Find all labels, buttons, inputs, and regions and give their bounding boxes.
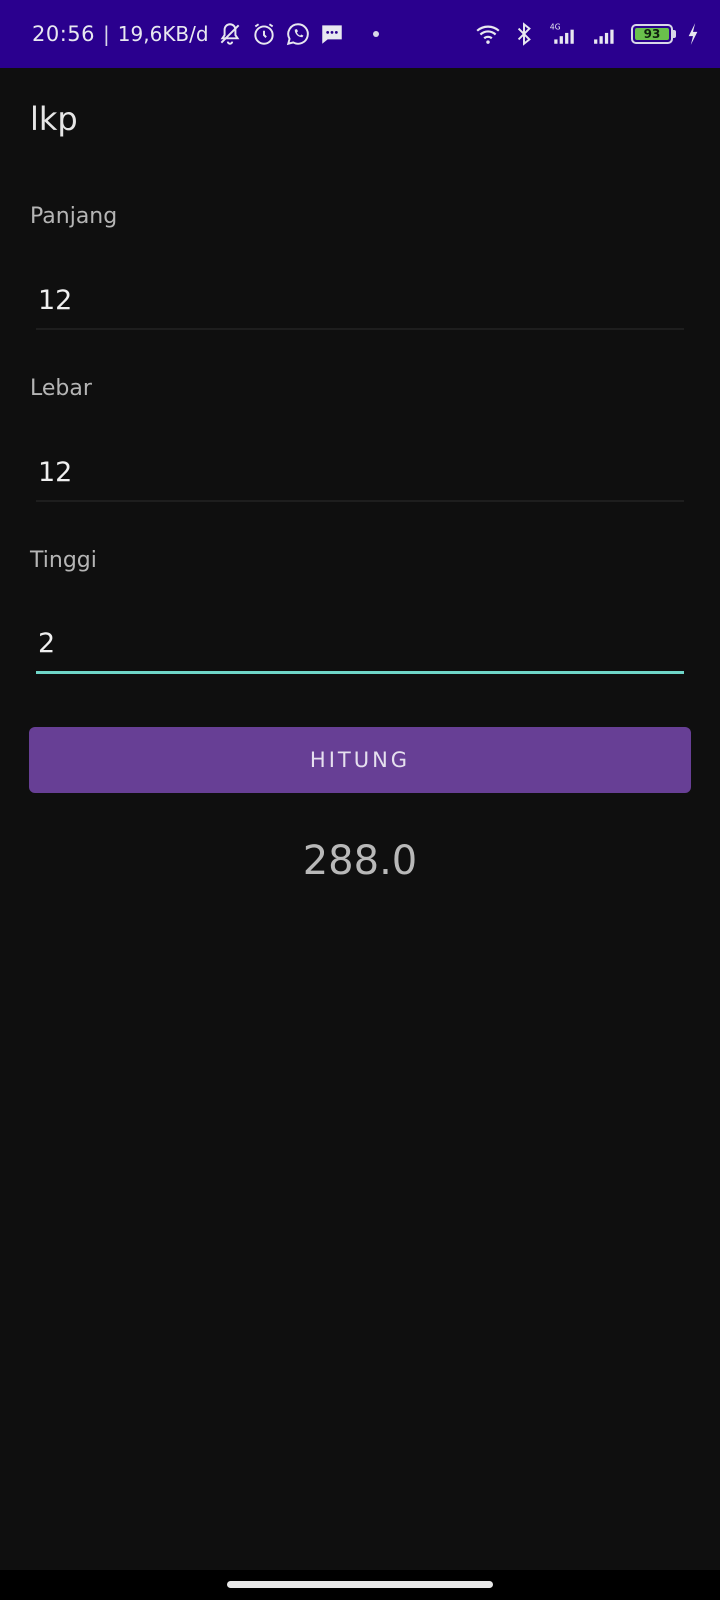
charging-icon	[686, 21, 700, 47]
status-bar: 20:56 | 19,6KB/d 4G 93	[0, 0, 720, 68]
app-title: lkp	[30, 100, 78, 138]
notifications-off-icon	[217, 21, 243, 47]
network-speed: 19,6KB/d	[117, 22, 209, 46]
battery-body: 93	[631, 24, 673, 44]
home-indicator[interactable]	[227, 1581, 493, 1588]
wifi-icon	[475, 21, 501, 47]
lebar-label: Lebar	[30, 376, 92, 401]
status-right: 4G 93	[475, 21, 700, 47]
whatsapp-icon	[285, 21, 311, 47]
alarm-icon	[251, 21, 277, 47]
lebar-input[interactable]	[36, 450, 684, 502]
signal-icon: 4G	[547, 21, 581, 47]
bluetooth-icon	[511, 21, 537, 47]
battery-level: 93	[635, 27, 669, 41]
battery-icon: 93	[631, 24, 676, 44]
tinggi-label: Tinggi	[30, 548, 97, 573]
battery-tip	[673, 30, 676, 38]
status-separator: |	[103, 22, 110, 46]
signal-icon	[591, 21, 621, 47]
app-screen: 20:56 | 19,6KB/d 4G 93 lkp Panjang 12 Le…	[0, 0, 720, 1600]
panjang-label: Panjang	[30, 204, 118, 229]
more-notifications-dot	[372, 31, 379, 37]
result-text: 288.0	[302, 838, 418, 884]
panjang-input[interactable]	[36, 278, 684, 330]
hitung-button[interactable]: HITUNG	[29, 727, 691, 793]
status-time: 20:56	[32, 22, 96, 46]
network-type-label: 4G	[550, 23, 561, 32]
status-left: 20:56 | 19,6KB/d	[32, 21, 379, 47]
message-icon	[319, 21, 345, 47]
tinggi-input[interactable]	[36, 622, 684, 674]
